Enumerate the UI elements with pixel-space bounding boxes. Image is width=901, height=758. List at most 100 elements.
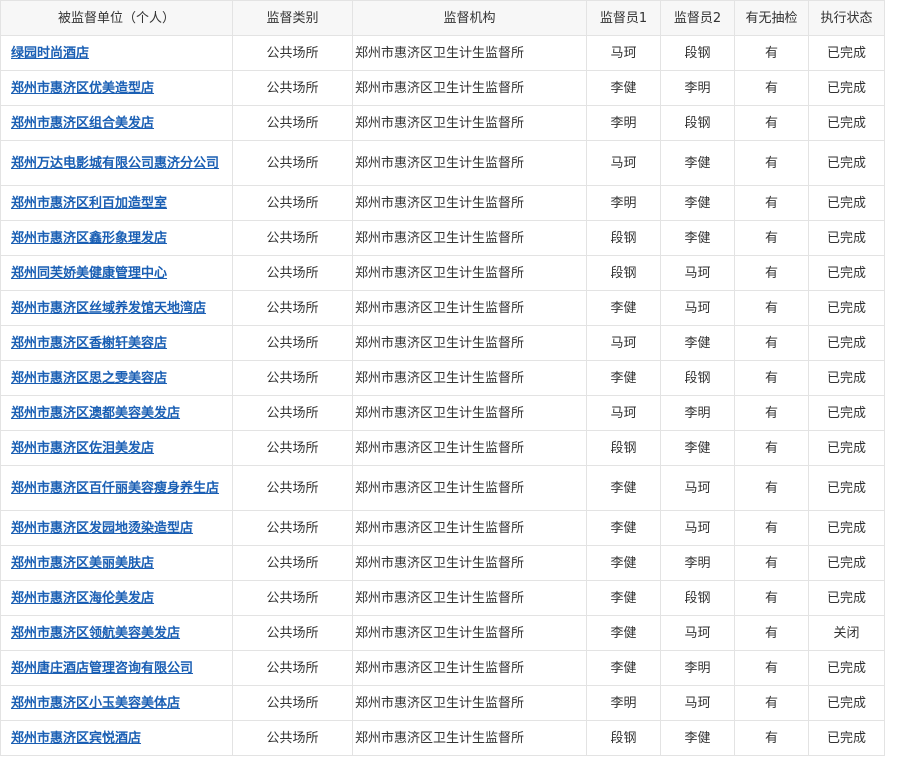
inspector1-cell: 段钢 — [586, 720, 661, 756]
agency-cell: 郑州市惠济区卫生计生监督所 — [352, 580, 587, 616]
inspector1-cell: 李健 — [586, 360, 661, 396]
status-cell: 已完成 — [808, 430, 885, 466]
unit-link[interactable]: 绿园时尚酒店 — [11, 46, 89, 61]
inspector2-cell: 李健 — [660, 140, 735, 186]
agency-cell: 郑州市惠济区卫生计生监督所 — [352, 185, 587, 221]
unit-link[interactable]: 郑州同芙娇美健康管理中心 — [11, 266, 167, 281]
unit-link[interactable]: 郑州市惠济区海伦美发店 — [11, 591, 154, 606]
inspector2-cell: 马珂 — [660, 615, 735, 651]
unit-cell: 郑州市惠济区小玉美容美体店 — [0, 685, 233, 721]
table-row: 郑州市惠济区小玉美容美体店 公共场所 郑州市惠济区卫生计生监督所 李明 马珂有已完成 — [0, 685, 885, 721]
category-cell: 公共场所 — [232, 35, 353, 71]
category-cell: 公共场所 — [232, 650, 353, 686]
sampling-cell: 有 — [734, 615, 809, 651]
unit-link[interactable]: 郑州市惠济区思之雯美容店 — [11, 371, 167, 386]
agency-cell: 郑州市惠济区卫生计生监督所 — [352, 220, 587, 256]
unit-link[interactable]: 郑州市惠济区澳都美容美发店 — [11, 406, 180, 421]
table-row: 郑州市惠济区香榭轩美容店 公共场所 郑州市惠济区卫生计生监督所 马珂 李健有已完成 — [0, 325, 885, 361]
sampling-cell: 有 — [734, 220, 809, 256]
status-cell: 已完成 — [808, 220, 885, 256]
unit-link[interactable]: 郑州市惠济区组合美发店 — [11, 116, 154, 131]
sampling-cell: 有 — [734, 685, 809, 721]
category-cell: 公共场所 — [232, 360, 353, 396]
unit-link[interactable]: 郑州市惠济区优美造型店 — [11, 81, 154, 96]
category-cell: 公共场所 — [232, 510, 353, 546]
inspector2-cell: 李明 — [660, 395, 735, 431]
table-row: 郑州市惠济区丝域养发馆天地湾店 公共场所 郑州市惠济区卫生计生监督所 李健 马珂有已完成 — [0, 290, 885, 326]
inspector2-cell: 李明 — [660, 650, 735, 686]
inspector2-cell: 段钢 — [660, 360, 735, 396]
inspector2-cell: 马珂 — [660, 465, 735, 511]
sampling-cell: 有 — [734, 395, 809, 431]
table-row: 郑州市惠济区宾悦酒店 公共场所 郑州市惠济区卫生计生监督所 段钢 李健有已完成 — [0, 720, 885, 756]
category-cell: 公共场所 — [232, 465, 353, 511]
unit-link[interactable]: 郑州市惠济区佐泪美发店 — [11, 441, 154, 456]
sampling-cell: 有 — [734, 140, 809, 186]
unit-link[interactable]: 郑州市惠济区领航美容美发店 — [11, 626, 180, 641]
unit-link[interactable]: 郑州市惠济区鑫形象理发店 — [11, 231, 167, 246]
unit-link[interactable]: 郑州市惠济区香榭轩美容店 — [11, 336, 167, 351]
unit-cell: 郑州市惠济区澳都美容美发店 — [0, 395, 233, 431]
inspector1-cell: 马珂 — [586, 395, 661, 431]
table-row: 郑州唐庄酒店管理咨询有限公司 公共场所 郑州市惠济区卫生计生监督所 李健 李明有已完成 — [0, 650, 885, 686]
sampling-cell: 有 — [734, 70, 809, 106]
supervision-table: 被监督单位（个人） 监督类别 监督机构 监督员1 监督员2 有无抽检 执行状态 … — [0, 0, 885, 756]
header-inspector2: 监督员2 — [660, 0, 735, 36]
inspector2-cell: 马珂 — [660, 290, 735, 326]
sampling-cell: 有 — [734, 325, 809, 361]
inspector2-cell: 马珂 — [660, 685, 735, 721]
table-row: 郑州市惠济区发园地烫染造型店 公共场所 郑州市惠济区卫生计生监督所 李健 马珂有已完成 — [0, 510, 885, 546]
agency-cell: 郑州市惠济区卫生计生监督所 — [352, 105, 587, 141]
status-cell: 已完成 — [808, 685, 885, 721]
inspector1-cell: 李健 — [586, 70, 661, 106]
unit-link[interactable]: 郑州市惠济区丝域养发馆天地湾店 — [11, 301, 206, 316]
category-cell: 公共场所 — [232, 685, 353, 721]
table-row: 郑州同芙娇美健康管理中心 公共场所 郑州市惠济区卫生计生监督所 段钢 马珂有已完成 — [0, 255, 885, 291]
table-row: 郑州市惠济区海伦美发店 公共场所 郑州市惠济区卫生计生监督所 李健 段钢有已完成 — [0, 580, 885, 616]
inspector1-cell: 段钢 — [586, 430, 661, 466]
table-row: 郑州市惠济区利百加造型室 公共场所 郑州市惠济区卫生计生监督所 李明 李健有已完成 — [0, 185, 885, 221]
category-cell: 公共场所 — [232, 290, 353, 326]
sampling-cell: 有 — [734, 185, 809, 221]
unit-link[interactable]: 郑州唐庄酒店管理咨询有限公司 — [11, 661, 193, 676]
table-row: 郑州市惠济区美丽美肤店 公共场所 郑州市惠济区卫生计生监督所 李健 李明有已完成 — [0, 545, 885, 581]
inspector2-cell: 马珂 — [660, 255, 735, 291]
inspector2-cell: 李明 — [660, 70, 735, 106]
unit-cell: 绿园时尚酒店 — [0, 35, 233, 71]
status-cell: 已完成 — [808, 140, 885, 186]
agency-cell: 郑州市惠济区卫生计生监督所 — [352, 650, 587, 686]
header-category: 监督类别 — [232, 0, 353, 36]
category-cell: 公共场所 — [232, 220, 353, 256]
status-cell: 已完成 — [808, 255, 885, 291]
agency-cell: 郑州市惠济区卫生计生监督所 — [352, 70, 587, 106]
header-inspector1: 监督员1 — [586, 0, 661, 36]
status-cell: 已完成 — [808, 105, 885, 141]
agency-cell: 郑州市惠济区卫生计生监督所 — [352, 255, 587, 291]
unit-link[interactable]: 郑州市惠济区小玉美容美体店 — [11, 696, 180, 711]
unit-link[interactable]: 郑州市惠济区利百加造型室 — [11, 196, 167, 211]
status-cell: 已完成 — [808, 510, 885, 546]
sampling-cell: 有 — [734, 465, 809, 511]
inspector1-cell: 李明 — [586, 685, 661, 721]
inspector1-cell: 李健 — [586, 510, 661, 546]
inspector2-cell: 李健 — [660, 430, 735, 466]
unit-link[interactable]: 郑州万达电影城有限公司惠济分公司 — [11, 156, 219, 171]
unit-link[interactable]: 郑州市惠济区宾悦酒店 — [11, 731, 141, 746]
agency-cell: 郑州市惠济区卫生计生监督所 — [352, 465, 587, 511]
agency-cell: 郑州市惠济区卫生计生监督所 — [352, 720, 587, 756]
sampling-cell: 有 — [734, 545, 809, 581]
unit-cell: 郑州市惠济区香榭轩美容店 — [0, 325, 233, 361]
unit-link[interactable]: 郑州市惠济区发园地烫染造型店 — [11, 521, 193, 536]
status-cell: 已完成 — [808, 290, 885, 326]
unit-link[interactable]: 郑州市惠济区百仟丽美容瘦身养生店 — [11, 481, 219, 496]
sampling-cell: 有 — [734, 720, 809, 756]
status-cell: 已完成 — [808, 325, 885, 361]
agency-cell: 郑州市惠济区卫生计生监督所 — [352, 430, 587, 466]
agency-cell: 郑州市惠济区卫生计生监督所 — [352, 615, 587, 651]
table-body: 绿园时尚酒店 公共场所 郑州市惠济区卫生计生监督所 马珂 段钢有已完成 郑州市惠济区优美造… — [0, 35, 885, 756]
header-row: 被监督单位（个人） 监督类别 监督机构 监督员1 监督员2 有无抽检 执行状态 — [0, 0, 885, 36]
unit-cell: 郑州市惠济区海伦美发店 — [0, 580, 233, 616]
unit-cell: 郑州市惠济区优美造型店 — [0, 70, 233, 106]
agency-cell: 郑州市惠济区卫生计生监督所 — [352, 510, 587, 546]
unit-link[interactable]: 郑州市惠济区美丽美肤店 — [11, 556, 154, 571]
